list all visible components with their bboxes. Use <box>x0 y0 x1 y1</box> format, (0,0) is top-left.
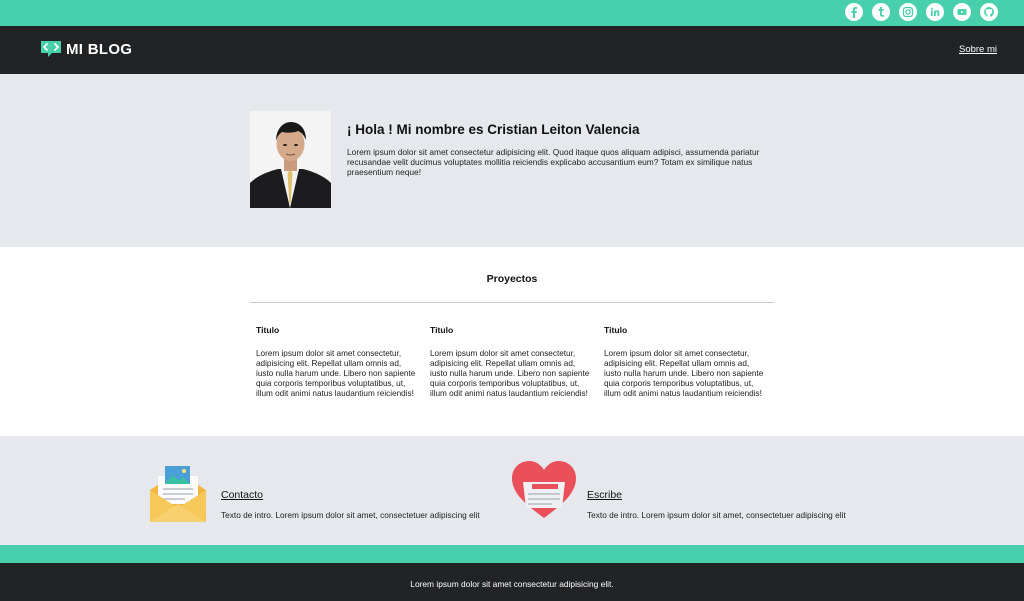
tumblr-icon[interactable] <box>872 3 890 21</box>
top-social-bar <box>0 0 1024 26</box>
accent-band <box>0 545 1024 563</box>
contact-section: Contacto Texto de intro. Lorem ipsum dol… <box>0 436 1024 545</box>
youtube-icon[interactable] <box>953 3 971 21</box>
contact-text: Texto de intro. Lorem ipsum dolor sit am… <box>221 510 480 520</box>
project-card-text: Lorem ipsum dolor sit amet consectetur, … <box>256 349 416 398</box>
project-card-title: Titulo <box>430 325 454 335</box>
hero-section: ¡ Hola ! Mi nombre es Cristian Leiton Va… <box>0 74 1024 247</box>
project-card-text: Lorem ipsum dolor sit amet consectetur, … <box>430 349 590 398</box>
project-card-title: Titulo <box>604 325 628 335</box>
logo-text: MI BLOG <box>66 40 133 58</box>
footer-text: Lorem ipsum dolor sit amet consectetur a… <box>410 579 614 589</box>
project-card: Titulo Lorem ipsum dolor sit amet consec… <box>256 325 416 399</box>
project-card: Titulo Lorem ipsum dolor sit amet consec… <box>604 325 764 399</box>
github-icon[interactable] <box>980 3 998 21</box>
projects-section: Proyectos Titulo Lorem ipsum dolor sit a… <box>0 247 1024 436</box>
projects-title: Proyectos <box>486 273 538 285</box>
project-card-title: Titulo <box>256 325 280 335</box>
linkedin-icon[interactable] <box>926 3 944 21</box>
escribe-link[interactable]: Escribe <box>587 489 622 501</box>
site-logo[interactable]: MI BLOG <box>40 40 132 58</box>
escribe-text: Texto de intro. Lorem ipsum dolor sit am… <box>587 510 846 520</box>
footer: Lorem ipsum dolor sit amet consectetur a… <box>0 563 1024 601</box>
project-card-text: Lorem ipsum dolor sit amet consectetur, … <box>604 349 764 398</box>
envelope-icon <box>149 464 207 529</box>
heart-letter-icon <box>511 460 577 525</box>
facebook-icon[interactable] <box>845 3 863 21</box>
code-bubble-icon <box>41 41 61 57</box>
hero-title: ¡ Hola ! Mi nombre es Cristian Leiton Va… <box>347 122 640 137</box>
instagram-icon[interactable] <box>899 3 917 21</box>
projects-divider <box>250 302 774 303</box>
navbar: MI BLOG Sobre mi <box>0 26 1024 74</box>
contact-link[interactable]: Contacto <box>221 489 263 501</box>
nav-about-link[interactable]: Sobre mi <box>959 44 997 55</box>
hero-text: Lorem ipsum dolor sit amet consectetur a… <box>347 147 760 178</box>
social-links <box>845 3 998 21</box>
project-card: Titulo Lorem ipsum dolor sit amet consec… <box>430 325 590 399</box>
profile-photo <box>250 111 331 208</box>
